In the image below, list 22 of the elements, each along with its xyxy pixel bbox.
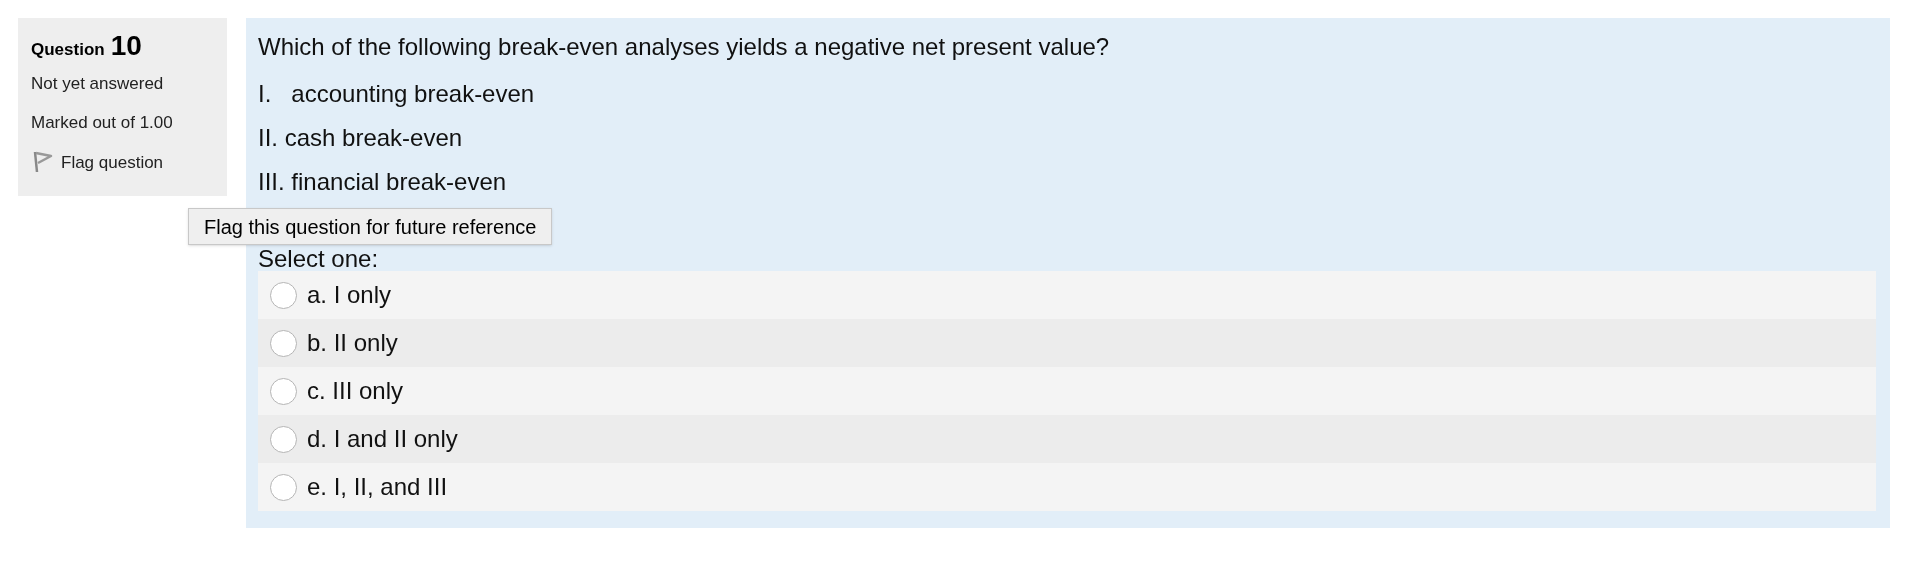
flag-icon[interactable] [31, 150, 53, 175]
statement-text: I. accounting break-even [258, 80, 536, 108]
radio-button[interactable] [270, 377, 297, 405]
radio-button[interactable] [270, 329, 297, 357]
option-label[interactable]: d. I and II only [307, 421, 458, 457]
option-label[interactable]: e. I, II, and III [307, 469, 448, 505]
option-label[interactable]: c. III only [307, 373, 404, 409]
question-label: Question [31, 39, 105, 61]
tooltip: Flag this question for future reference [188, 208, 553, 245]
radio-button[interactable] [270, 425, 297, 453]
marks-text: Marked out of 1.00 [31, 112, 174, 134]
status-text: Not yet answered [31, 72, 165, 95]
option-label[interactable]: b. II only [307, 325, 398, 361]
statement-text: III. financial break-even [258, 168, 508, 196]
select-prompt: Select one: [258, 247, 380, 271]
radio-button[interactable] [270, 473, 297, 501]
question-text: Which of the following break-even analyses yields a negative net present value? [258, 32, 1111, 62]
flag-question-link[interactable]: Flag question [61, 149, 164, 175]
statement-text: II. cash break-even [258, 124, 464, 152]
question-number: 10 [110, 32, 142, 60]
option-label[interactable]: a. I only [307, 277, 392, 313]
radio-button[interactable] [270, 281, 297, 309]
